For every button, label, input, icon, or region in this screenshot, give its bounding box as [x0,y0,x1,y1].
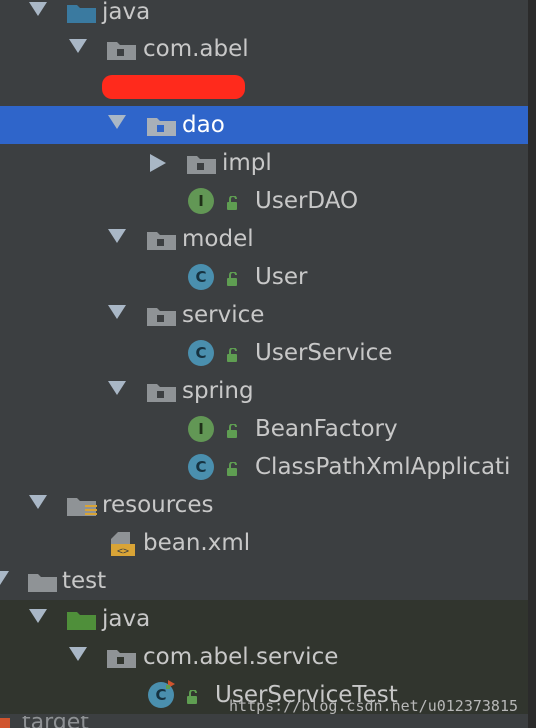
tree-item-label: ClassPathXmlApplicati [255,454,511,480]
project-tree[interactable]: java com.abel dao impl I UserDAO model C… [0,0,528,728]
tree-item-bean-xml[interactable]: <> bean.xml [0,524,528,562]
tree-item-userdao[interactable]: I UserDAO [0,182,528,220]
svg-text:<>: <> [117,546,129,557]
package-icon [147,116,176,136]
tree-item-beanfactory[interactable]: I BeanFactory [0,410,528,448]
tree-item-label: service [182,302,265,328]
tree-item-label: UserDAO [255,188,359,214]
package-icon [107,648,136,668]
tree-item-service[interactable]: service [0,296,528,334]
lock-open-icon [227,462,237,476]
tree-item-label: UserService [255,340,393,366]
chevron-right-icon[interactable] [150,154,166,172]
class-icon: C [188,264,214,290]
tree-item-label: java [102,606,151,632]
tree-item-label: impl [222,150,272,176]
tree-item-java-source[interactable]: java [0,0,528,31]
chevron-down-icon[interactable] [29,609,47,623]
tree-item-label: dao [182,112,225,138]
chevron-down-icon[interactable] [108,115,126,129]
tree-item-spring[interactable]: spring [0,372,528,410]
tree-item-label: User [255,264,308,290]
interface-icon: I [188,416,214,442]
interface-icon: I [188,188,214,214]
package-icon [147,306,176,326]
tree-item-label: com.abel [143,36,249,62]
tree-item-test-java[interactable]: java [0,600,528,638]
tree-item-label: bean.xml [143,530,251,556]
xml-file-icon: <> [111,532,135,557]
tree-item-com-abel[interactable]: com.abel [0,30,528,68]
class-icon: C [188,454,214,480]
tree-item-impl[interactable]: impl [0,144,528,182]
lock-open-icon [227,272,237,286]
package-icon [187,154,216,174]
chevron-down-icon[interactable] [108,229,126,243]
tree-item-userservice[interactable]: C UserService [0,334,528,372]
class-icon: C [188,340,214,366]
tree-item-label: com.abel.service [143,644,339,670]
package-icon [107,40,136,60]
tree-item-label: test [62,568,107,594]
tree-item-label: BeanFactory [255,416,398,442]
folder-icon [0,718,10,728]
tree-item-label: model [182,226,254,252]
tree-item-resources[interactable]: resources [0,486,528,524]
source-folder-icon [67,3,96,23]
folder-icon [28,572,57,592]
package-icon [147,230,176,250]
tree-item-label: target [22,716,89,728]
lock-open-icon [227,348,237,362]
chevron-down-icon[interactable] [69,647,87,661]
tree-item-test[interactable]: test [0,562,528,600]
lock-open-icon [187,690,197,704]
package-icon [147,382,176,402]
tree-item-dao[interactable]: dao [0,106,528,144]
chevron-down-icon[interactable] [29,495,47,509]
chevron-down-icon[interactable] [69,39,87,53]
test-source-folder-icon [67,610,96,630]
chevron-down-icon[interactable] [29,2,47,16]
resources-folder-icon [67,496,99,516]
chevron-down-icon[interactable] [108,305,126,319]
chevron-down-icon[interactable] [0,571,9,585]
tree-item-model[interactable]: model [0,220,528,258]
tree-item-redacted[interactable] [0,68,528,106]
run-marker-icon [166,680,175,689]
chevron-down-icon[interactable] [108,381,126,395]
tree-item-com-abel-service[interactable]: com.abel.service [0,638,528,676]
watermark: https://blog.csdn.net/u012373815 [229,697,518,715]
tree-item-classpathxmlapplicationcontext[interactable]: C ClassPathXmlApplicati [0,448,528,486]
tree-item-label: java [102,0,151,25]
lock-open-icon [227,196,237,210]
tree-item-label: spring [182,378,254,404]
tree-item-user[interactable]: C User [0,258,528,296]
vertical-scrollbar[interactable] [528,0,536,728]
redaction-mark [102,75,245,99]
tree-item-label: resources [102,492,214,518]
lock-open-icon [227,424,237,438]
